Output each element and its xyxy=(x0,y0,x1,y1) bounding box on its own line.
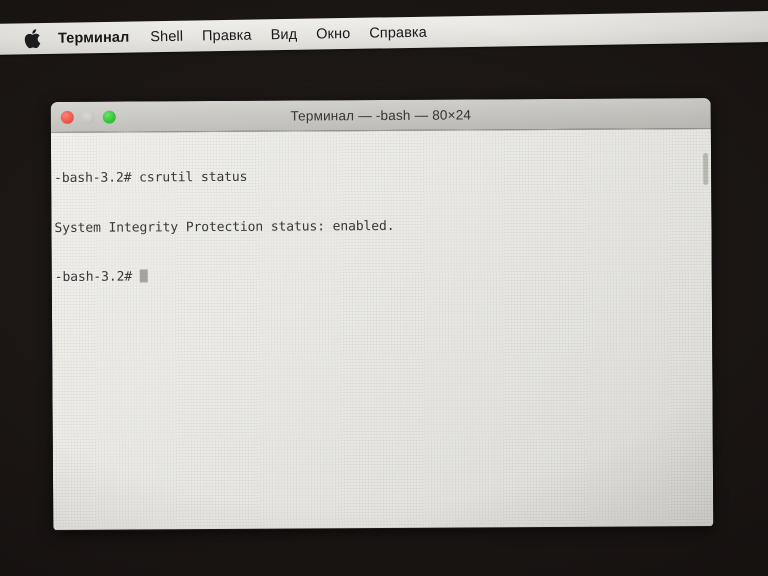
zoom-button[interactable] xyxy=(102,110,116,124)
minimize-button[interactable] xyxy=(81,110,95,124)
traffic-light-buttons xyxy=(60,102,116,132)
photographed-screen: Терминал Shell Правка Вид Окно Справка Т… xyxy=(0,0,768,576)
menu-item-terminal[interactable]: Терминал xyxy=(58,29,130,46)
menu-item-window[interactable]: Окно xyxy=(316,25,350,42)
terminal-line: -bash-3.2# csrutil status xyxy=(54,169,248,186)
menu-bar-container: Терминал Shell Правка Вид Окно Справка xyxy=(0,10,768,55)
apple-logo-icon[interactable] xyxy=(24,28,41,48)
menu-bar: Терминал Shell Правка Вид Окно Справка xyxy=(0,10,768,55)
terminal-prompt: -bash-3.2# xyxy=(54,269,140,285)
terminal-scrollbar[interactable] xyxy=(703,153,709,186)
menu-item-edit[interactable]: Правка xyxy=(202,27,252,44)
terminal-output: -bash-3.2# csrutil status System Integri… xyxy=(54,134,712,320)
close-button[interactable] xyxy=(60,110,74,124)
terminal-body[interactable]: -bash-3.2# csrutil status System Integri… xyxy=(50,128,714,531)
terminal-cursor xyxy=(139,269,148,283)
terminal-window[interactable]: Терминал — -bash — 80×24 -bash-3.2# csru… xyxy=(50,97,714,532)
menu-item-shell[interactable]: Shell xyxy=(150,28,183,45)
terminal-line: System Integrity Protection status: enab… xyxy=(54,218,395,236)
window-title-bar[interactable]: Терминал — -bash — 80×24 xyxy=(50,97,711,134)
window-title: Терминал — -bash — 80×24 xyxy=(290,106,472,124)
menu-item-help[interactable]: Справка xyxy=(369,24,427,41)
menu-item-view[interactable]: Вид xyxy=(271,26,298,42)
terminal-line: -bash-3.2# xyxy=(55,266,712,287)
